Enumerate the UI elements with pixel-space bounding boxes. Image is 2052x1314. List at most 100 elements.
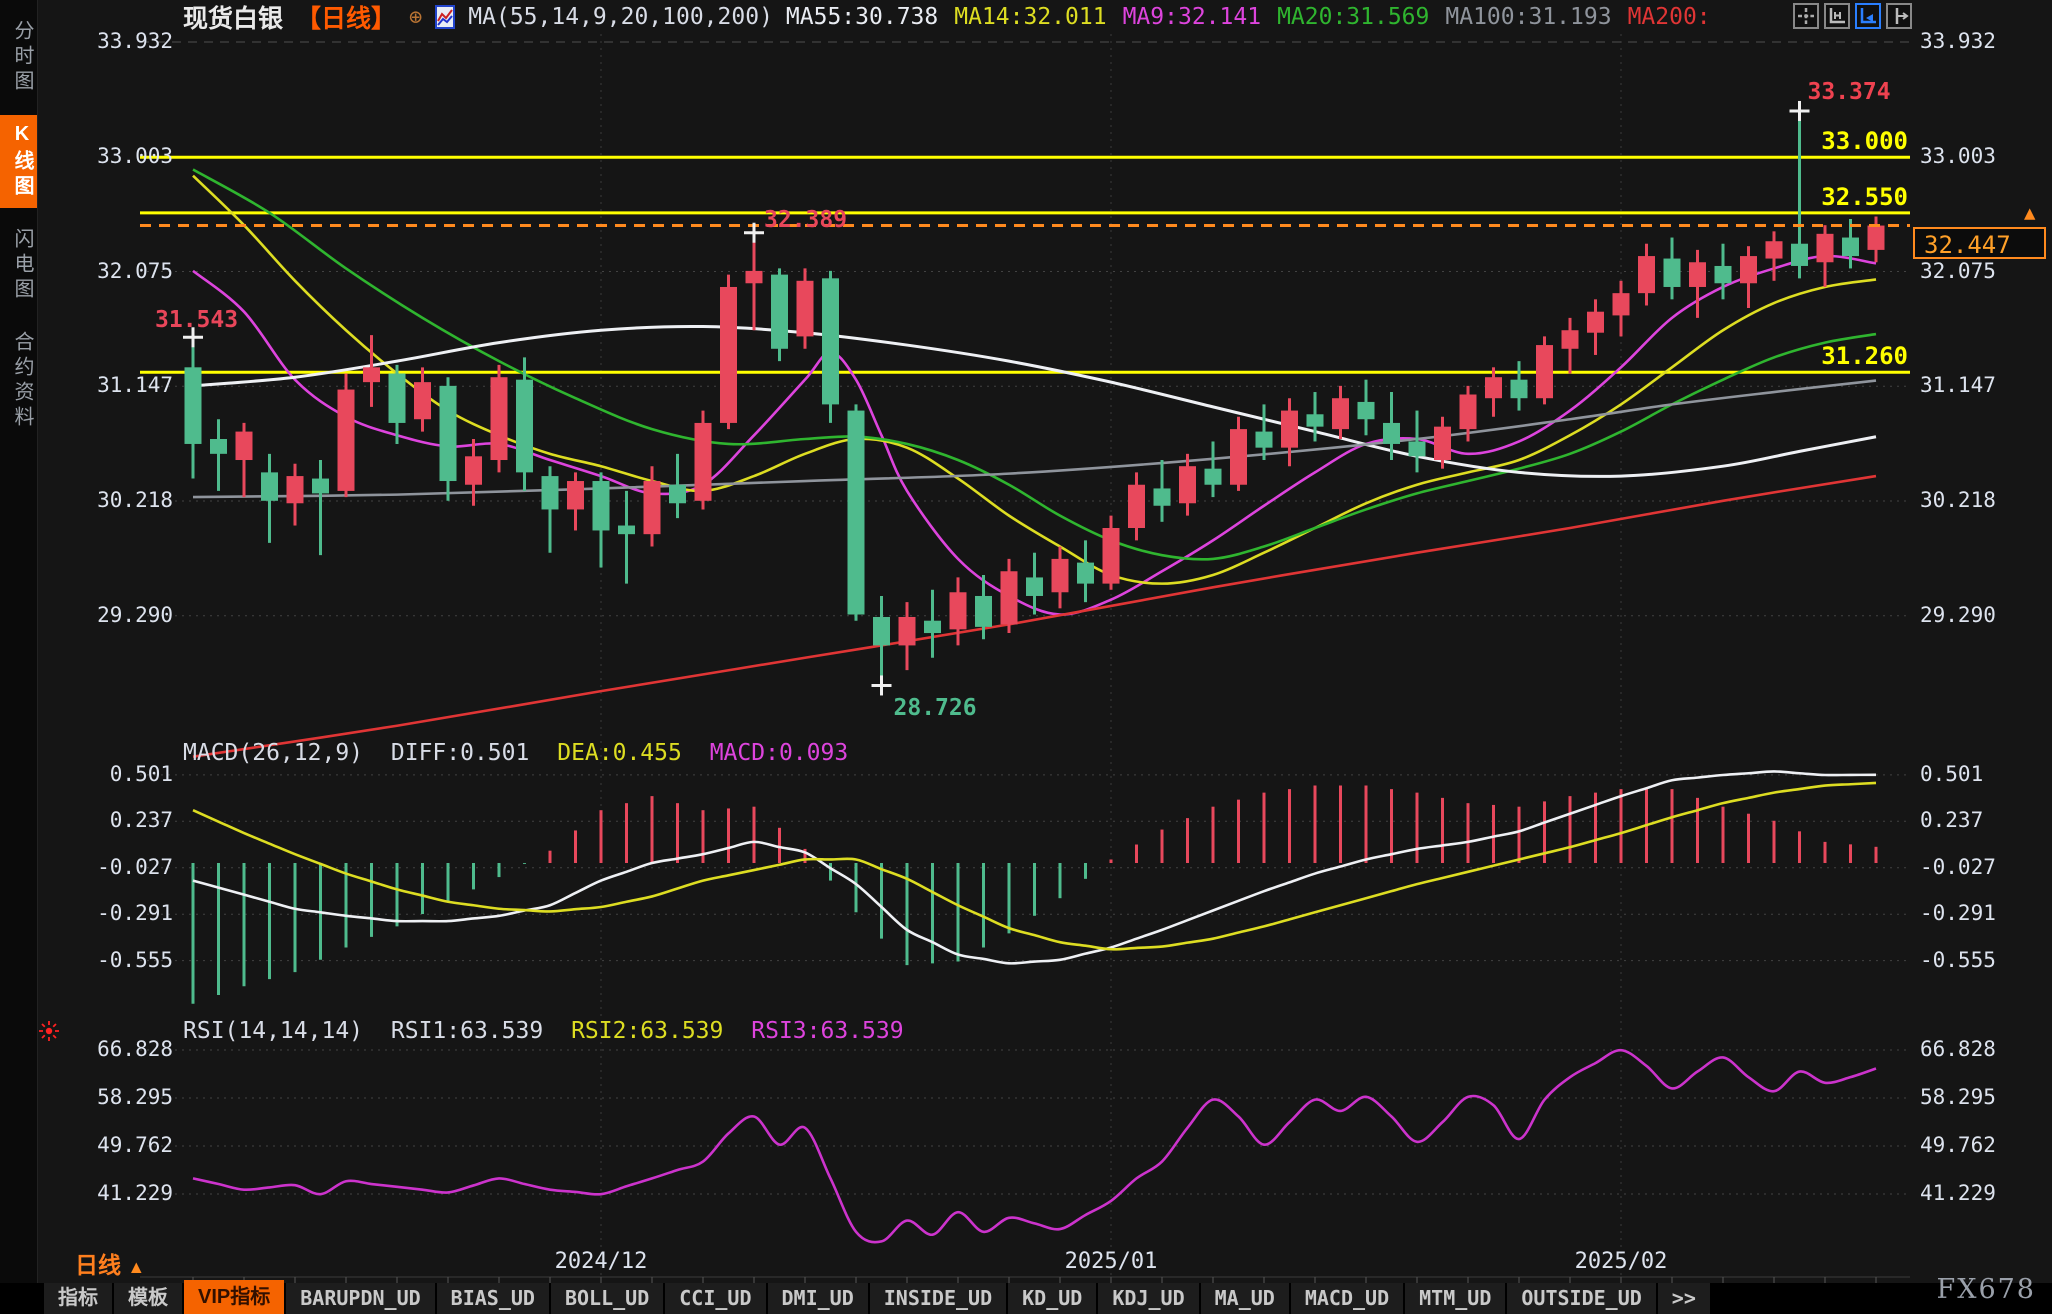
indicator-tab-9[interactable]: KD_UD xyxy=(1008,1283,1096,1314)
candlestick xyxy=(414,382,431,419)
candlestick xyxy=(593,481,610,530)
period-label: 日线 xyxy=(75,1252,121,1278)
indicator-tab-6[interactable]: CCI_UD xyxy=(665,1283,765,1314)
candlestick xyxy=(1103,528,1120,584)
ma-values: MA55:30.738MA14:32.011MA9:32.141MA20:31.… xyxy=(786,4,1727,30)
indicator-tab-5[interactable]: BOLL_UD xyxy=(551,1283,663,1314)
candlestick xyxy=(822,278,839,404)
indicator-tab-10[interactable]: KDJ_UD xyxy=(1098,1283,1198,1314)
rsi2-value: RSI2:63.539 xyxy=(571,1018,723,1044)
ma-legend-value: MA14:32.011 xyxy=(954,4,1106,30)
candlestick xyxy=(1791,244,1808,266)
candlestick xyxy=(873,617,890,645)
candlestick xyxy=(797,281,814,337)
candlestick xyxy=(1511,380,1528,399)
indicator-tab-13[interactable]: MTM_UD xyxy=(1405,1283,1505,1314)
ma-legend-value: MA20:31.569 xyxy=(1277,4,1429,30)
candlestick xyxy=(1332,398,1349,429)
candlestick xyxy=(1613,293,1630,315)
candlestick xyxy=(389,373,406,422)
candlestick xyxy=(1766,241,1783,258)
indicator-tab-3[interactable]: BARUPDN_UD xyxy=(286,1283,434,1314)
indicator-tab-12[interactable]: MACD_UD xyxy=(1291,1283,1403,1314)
candlestick xyxy=(261,472,278,500)
auto-scale-icon[interactable] xyxy=(1855,3,1881,29)
indicator-tab-1[interactable]: 模板 xyxy=(114,1283,182,1314)
candlestick xyxy=(1485,377,1502,398)
watermark: FX678 xyxy=(1937,1274,2037,1305)
candlestick xyxy=(695,423,712,501)
rsi1-value: RSI1:63.539 xyxy=(391,1018,543,1044)
candlestick xyxy=(1281,411,1298,448)
pan-icon[interactable] xyxy=(1793,3,1819,29)
candlestick xyxy=(1715,266,1732,283)
chart-canvas[interactable] xyxy=(0,0,2052,1314)
indicator-tab-bar: 指标模板VIP指标BARUPDN_UDBIAS_UDBOLL_UDCCI_UDD… xyxy=(0,1283,2052,1314)
macd-name: MACD(26,12,9) xyxy=(183,740,363,766)
candlestick xyxy=(618,526,635,535)
candlestick xyxy=(771,275,788,349)
candlestick xyxy=(1128,485,1145,528)
current-price-badge: 32.447 xyxy=(1913,227,2046,259)
indicator-tab-2[interactable]: VIP指标 xyxy=(184,1280,284,1314)
axis-scale-icon[interactable] xyxy=(1824,3,1850,29)
candlestick xyxy=(1154,488,1171,505)
rsi-line xyxy=(193,1050,1876,1242)
period-tag[interactable]: 【日线】 xyxy=(296,0,396,35)
candlestick xyxy=(567,481,584,509)
candlestick xyxy=(338,390,355,491)
candlestick xyxy=(1434,427,1451,460)
alert-sun-icon[interactable] xyxy=(37,1019,61,1047)
indicator-tab-0[interactable]: 指标 xyxy=(44,1283,112,1314)
ma-params: MA(55,14,9,20,100,200) xyxy=(468,4,773,30)
ma-legend-value: MA55:30.738 xyxy=(786,4,938,30)
candlestick xyxy=(1868,226,1885,250)
mini-chart-icon[interactable] xyxy=(435,5,455,29)
candlestick xyxy=(1026,577,1043,596)
indicator-tab-7[interactable]: DMI_UD xyxy=(768,1283,868,1314)
candlestick xyxy=(1077,563,1094,584)
indicator-tab-11[interactable]: MA_UD xyxy=(1201,1283,1289,1314)
macd-macd-value: MACD:0.093 xyxy=(710,740,848,766)
candlestick xyxy=(1740,256,1757,283)
candlestick xyxy=(440,386,457,481)
candlestick xyxy=(210,439,227,454)
shift-axis-icon[interactable] xyxy=(1886,3,1912,29)
indicator-tab-8[interactable]: INSIDE_UD xyxy=(870,1283,1006,1314)
macd-dea-value: DEA:0.455 xyxy=(557,740,682,766)
candlestick xyxy=(363,367,380,382)
candlestick xyxy=(1536,345,1553,398)
candlestick xyxy=(491,377,508,460)
candlestick xyxy=(1587,312,1604,333)
indicator-tab-4[interactable]: BIAS_UD xyxy=(437,1283,549,1314)
candlestick xyxy=(746,271,763,283)
indicator-tab-15[interactable]: >> xyxy=(1658,1283,1710,1314)
candlestick xyxy=(950,592,967,629)
ma-line-MA200 xyxy=(193,476,1876,757)
candlestick xyxy=(1052,559,1069,592)
candlestick xyxy=(1689,262,1706,287)
candlestick xyxy=(312,479,329,494)
rsi-header: RSI(14,14,14) RSI1:63.539 RSI2:63.539 RS… xyxy=(183,1018,918,1044)
candlestick xyxy=(1409,441,1426,456)
candlestick xyxy=(1842,238,1859,257)
ma-line-MA14 xyxy=(193,176,1876,584)
candlestick xyxy=(1664,259,1681,287)
candlestick xyxy=(924,621,941,633)
period-selector[interactable]: 日线 ▲ xyxy=(75,1246,145,1280)
candlestick xyxy=(1307,414,1324,426)
candlestick xyxy=(720,287,737,423)
chart-toolbar xyxy=(1793,3,1912,29)
candlestick xyxy=(1562,330,1579,349)
indicator-tab-14[interactable]: OUTSIDE_UD xyxy=(1507,1283,1655,1314)
candlestick xyxy=(1460,395,1477,430)
candlestick xyxy=(1383,423,1400,444)
period-arrow-icon: ▲ xyxy=(127,1257,145,1277)
candlestick xyxy=(1256,432,1273,448)
candlestick xyxy=(1179,466,1196,503)
candlestick xyxy=(1205,469,1222,485)
crosshair-target-icon[interactable]: ⊕ xyxy=(409,5,422,30)
candlestick xyxy=(975,596,992,627)
rsi3-value: RSI3:63.539 xyxy=(751,1018,903,1044)
candlestick xyxy=(1230,429,1247,485)
